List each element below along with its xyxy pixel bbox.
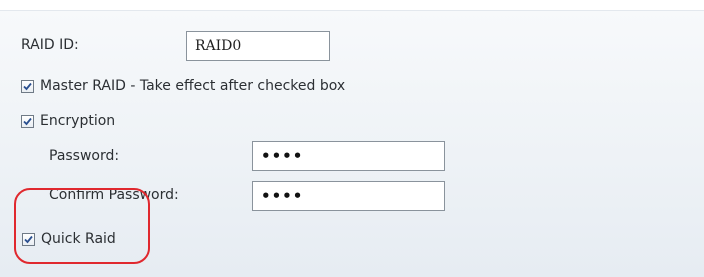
encryption-label: Encryption xyxy=(40,113,116,129)
encryption-checkbox[interactable] xyxy=(21,114,34,128)
password-label: Password: xyxy=(49,148,120,164)
confirm-password-input[interactable]: •••• xyxy=(252,181,445,211)
password-input[interactable]: •••• xyxy=(252,141,445,171)
master-raid-checkbox-row[interactable]: Master RAID - Take effect after checked … xyxy=(21,77,345,95)
highlight-annotation xyxy=(14,188,150,264)
raid-id-input[interactable]: RAID0 xyxy=(186,31,330,61)
raid-id-label: RAID ID: xyxy=(21,37,79,53)
master-raid-label: Master RAID - Take effect after checked … xyxy=(40,78,346,94)
master-raid-checkbox[interactable] xyxy=(21,79,34,93)
encryption-checkbox-row[interactable]: Encryption xyxy=(21,112,115,130)
checkmark-icon xyxy=(23,117,32,125)
checkmark-icon xyxy=(23,82,32,90)
